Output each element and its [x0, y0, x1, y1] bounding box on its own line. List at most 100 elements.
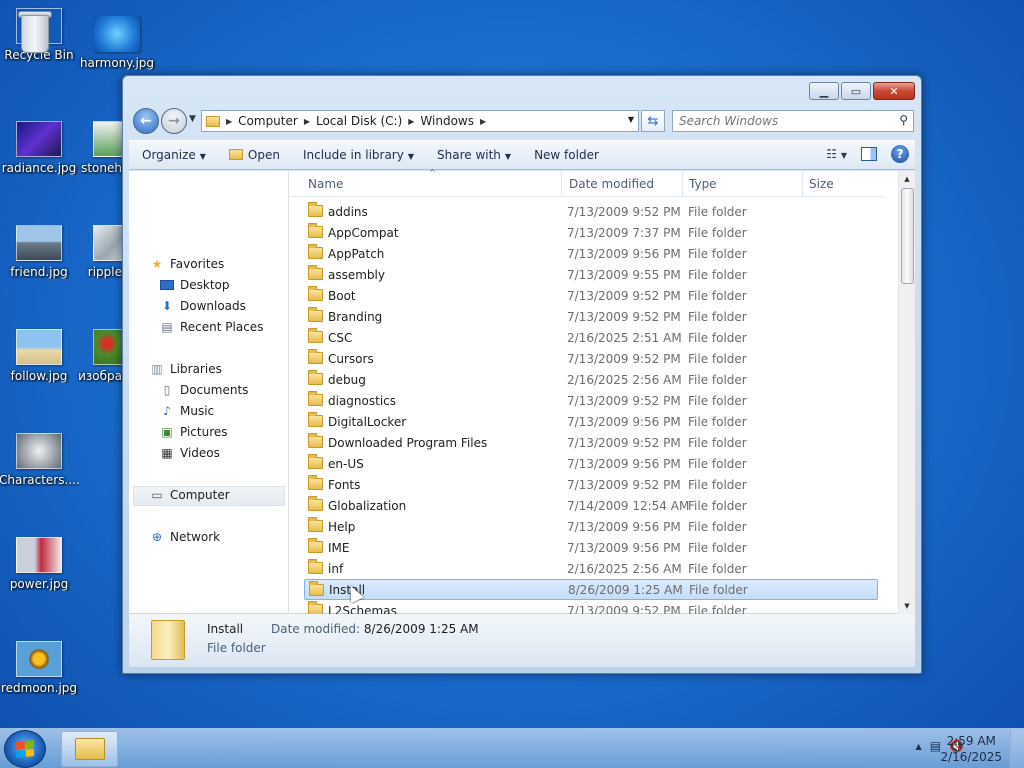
network-tray-icon[interactable]: ▤: [930, 739, 941, 753]
desktop-icon-power[interactable]: power.jpg: [0, 537, 79, 591]
show-hidden-icons-button[interactable]: ▲: [916, 742, 922, 751]
preview-pane-button[interactable]: [861, 147, 877, 161]
close-button[interactable]: ✕: [873, 82, 915, 100]
file-name: IME: [328, 540, 350, 555]
breadcrumb-computer[interactable]: Computer: [232, 114, 304, 128]
table-row[interactable]: AppPatch 7/13/2009 9:56 PM File folder: [304, 243, 878, 264]
desktop-icon-ripple[interactable]: ripple: [77, 225, 122, 279]
organize-button[interactable]: Organize ▼: [129, 148, 216, 162]
search-input[interactable]: [673, 111, 883, 131]
new-folder-button[interactable]: New folder: [521, 148, 609, 162]
nav-videos[interactable]: ▦ Videos: [159, 446, 220, 460]
file-name: AppPatch: [328, 246, 385, 261]
search-box[interactable]: ⚲: [672, 110, 914, 132]
address-dropdown-icon[interactable]: ▼: [628, 115, 634, 124]
back-button[interactable]: ←: [133, 108, 159, 134]
table-row[interactable]: Cursors 7/13/2009 9:52 PM File folder: [304, 348, 878, 369]
table-row[interactable]: Boot 7/13/2009 9:52 PM File folder: [304, 285, 878, 306]
file-type: File folder: [688, 330, 747, 345]
clock[interactable]: 2:59 AM 2/16/2025: [940, 733, 1002, 765]
table-row[interactable]: en-US 7/13/2009 9:56 PM File folder: [304, 453, 878, 474]
table-row[interactable]: inf 2/16/2025 2:56 AM File folder: [304, 558, 878, 579]
breadcrumb-local-disk[interactable]: Local Disk (C:): [310, 114, 408, 128]
breadcrumb-windows[interactable]: Windows: [414, 114, 480, 128]
desktop-icon-recycle-bin[interactable]: Recycle Bin: [0, 8, 79, 62]
breadcrumb-separator-icon[interactable]: ▶: [480, 117, 486, 126]
nav-network[interactable]: ⊕ Network: [149, 530, 220, 544]
search-icon[interactable]: ⚲: [899, 113, 908, 127]
view-options-button[interactable]: ☷ ▼: [826, 147, 847, 161]
table-row[interactable]: IME 7/13/2009 9:56 PM File folder: [304, 537, 878, 558]
table-row[interactable]: debug 2/16/2025 2:56 AM File folder: [304, 369, 878, 390]
table-row[interactable]: Help 7/13/2009 9:56 PM File folder: [304, 516, 878, 537]
desktop-icon-stoneh[interactable]: stoneh: [77, 121, 122, 175]
desktop-icon-radiance[interactable]: radiance.jpg: [0, 121, 79, 175]
desktop-icon-label: redmoon.jpg: [0, 681, 78, 695]
share-with-button[interactable]: Share with ▼: [424, 148, 521, 162]
nav-pictures[interactable]: ▣ Pictures: [159, 425, 227, 439]
desktop-icon-characters[interactable]: Characters....: [0, 433, 79, 487]
table-row[interactable]: Fonts 7/13/2009 9:52 PM File folder: [304, 474, 878, 495]
table-row[interactable]: CSC 2/16/2025 2:51 AM File folder: [304, 327, 878, 348]
nav-desktop[interactable]: Desktop: [159, 278, 230, 292]
table-row[interactable]: DigitalLocker 7/13/2009 9:56 PM File folde…: [304, 411, 878, 432]
address-bar[interactable]: ▶ Computer ▶ Local Disk (C:) ▶ Windows ▶…: [201, 110, 639, 132]
folder-icon: [308, 475, 323, 490]
table-row[interactable]: Install 8/26/2009 1:25 AM File folder: [304, 579, 878, 600]
file-rows: addins 7/13/2009 9:52 PM File folder AppCom…: [290, 171, 898, 614]
file-name: en-US: [328, 456, 364, 471]
table-row[interactable]: diagnostics 7/13/2009 9:52 PM File folder: [304, 390, 878, 411]
file-name: Help: [328, 519, 356, 534]
desktop-icon-label: stoneh: [81, 161, 122, 175]
nav-computer[interactable]: ▭ Computer: [149, 488, 229, 502]
file-date: 7/13/2009 9:52 PM: [567, 393, 681, 408]
file-date: 7/13/2009 9:56 PM: [567, 414, 681, 429]
image-thumbnail-icon: [16, 121, 62, 157]
refresh-button[interactable]: ⇆: [641, 110, 665, 132]
folder-icon: [308, 454, 323, 469]
nav-libraries[interactable]: ▥ Libraries: [149, 362, 222, 376]
include-in-library-button[interactable]: Include in library ▼: [290, 148, 424, 162]
downloads-icon: ⬇: [161, 299, 173, 313]
file-name: diagnostics: [328, 393, 397, 408]
start-button[interactable]: [4, 730, 46, 768]
nav-recent-places[interactable]: ▤ Recent Places: [159, 320, 263, 334]
maximize-button[interactable]: ▭: [841, 82, 871, 100]
table-row[interactable]: addins 7/13/2009 9:52 PM File folder: [304, 201, 878, 222]
taskbar-explorer-button[interactable]: [61, 731, 118, 767]
desktop-icon-izobra[interactable]: изобра: [77, 329, 122, 383]
minimize-button[interactable]: ▁: [809, 82, 839, 100]
show-desktop-button[interactable]: [1010, 729, 1024, 768]
desktop-icon-redmoon[interactable]: redmoon.jpg: [0, 641, 79, 695]
vertical-scrollbar[interactable]: ▲ ▼: [898, 171, 915, 614]
table-row[interactable]: Downloaded Program Files 7/13/2009 9:52 P…: [304, 432, 878, 453]
desktop-icon-harmony[interactable]: harmony.jpg: [77, 16, 157, 70]
table-row[interactable]: Branding 7/13/2009 9:52 PM File folder: [304, 306, 878, 327]
table-row[interactable]: assembly 7/13/2009 9:55 PM File folder: [304, 264, 878, 285]
scroll-down-icon[interactable]: ▼: [899, 598, 915, 614]
details-pane: Install Date modified: 8/26/2009 1:25 AM…: [129, 614, 915, 667]
image-thumbnail-icon: [93, 225, 122, 261]
folder-icon: [308, 328, 323, 343]
forward-button[interactable]: →: [161, 108, 187, 134]
scroll-up-icon[interactable]: ▲: [899, 171, 915, 187]
videos-icon: ▦: [161, 446, 173, 460]
desktop-icon-friend[interactable]: friend.jpg: [0, 225, 79, 279]
table-row[interactable]: Globalization 7/14/2009 12:54 AM File fold…: [304, 495, 878, 516]
nav-downloads[interactable]: ⬇ Downloads: [159, 299, 246, 313]
scroll-thumb[interactable]: [901, 188, 914, 284]
recent-pages-dropdown[interactable]: ▼: [189, 114, 196, 124]
nav-documents[interactable]: ▯ Documents: [159, 383, 249, 397]
file-date: 7/13/2009 9:52 PM: [567, 477, 681, 492]
open-button[interactable]: Open: [216, 148, 290, 162]
folder-icon: [308, 265, 323, 280]
nav-favorites[interactable]: ★ Favorites: [149, 257, 225, 271]
table-row[interactable]: L2Schemas 7/13/2009 9:52 PM File folder: [304, 600, 878, 614]
desktop-icon-follow[interactable]: follow.jpg: [0, 329, 79, 383]
file-date: 7/13/2009 9:52 PM: [567, 288, 681, 303]
file-type: File folder: [688, 414, 747, 429]
nav-music[interactable]: ♪ Music: [159, 404, 214, 418]
help-icon[interactable]: ?: [891, 145, 909, 163]
table-row[interactable]: AppCompat 7/13/2009 7:37 PM File folder: [304, 222, 878, 243]
image-thumbnail-icon: [16, 329, 62, 365]
